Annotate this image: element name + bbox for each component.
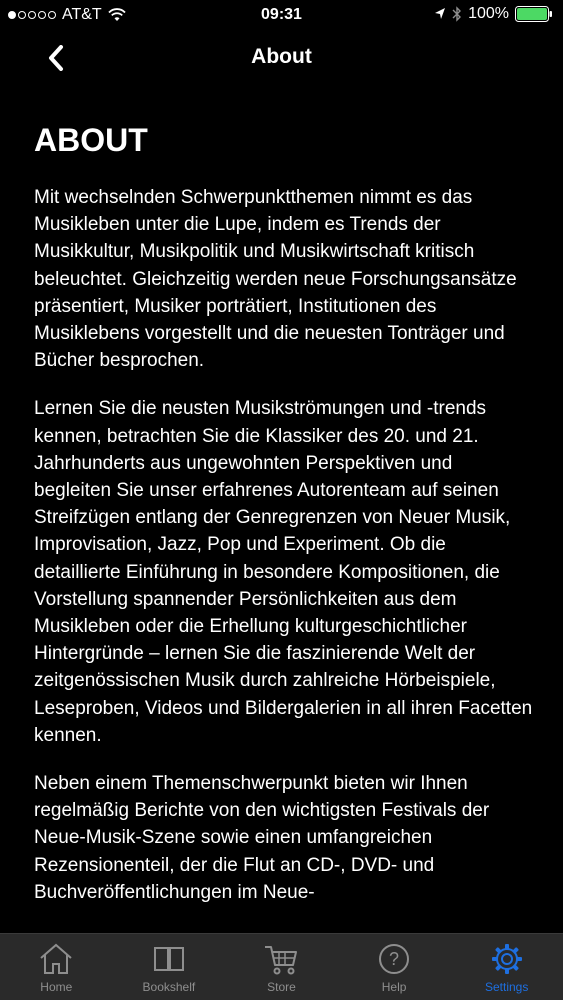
help-icon: ? [379, 944, 410, 974]
about-paragraph-1: Mit wechselnden Schwerpunktthemen nimmt … [34, 187, 517, 372]
cart-icon [265, 946, 298, 975]
battery-percent: 100% [468, 5, 509, 22]
tab-label: Help [381, 980, 407, 994]
tab-settings[interactable]: Settings [450, 934, 563, 1000]
tab-bookshelf[interactable]: Bookshelf [113, 934, 226, 1000]
tab-label: Store [267, 980, 296, 994]
navigation-bar: About [0, 30, 563, 86]
tab-label: Settings [484, 980, 529, 994]
home-icon [40, 943, 72, 974]
location-icon [435, 8, 446, 19]
bluetooth-icon [452, 6, 462, 22]
tab-label: Bookshelf [142, 980, 196, 994]
tab-label: Home [40, 980, 73, 994]
status-bar: AT&T 09:31 100% [0, 0, 563, 30]
book-icon [153, 947, 184, 971]
tab-bar: Home Bookshelf Store ? Help Settings [0, 933, 563, 1000]
page-title: ABOUT [34, 122, 148, 158]
gear-icon [491, 944, 522, 974]
status-right: 100% [434, 5, 553, 23]
about-content: ABOUT Mit wechselnden Schwerpunktthemen … [34, 118, 534, 927]
svg-text:?: ? [389, 949, 399, 969]
battery-icon [515, 6, 552, 22]
nav-title: About [251, 45, 312, 68]
tab-help[interactable]: ? Help [338, 934, 451, 1000]
tab-home[interactable]: Home [0, 934, 113, 1000]
about-paragraph-3: Neben einem Themenschwerpunkt bieten wir… [34, 773, 490, 903]
tab-store[interactable]: Store [225, 934, 338, 1000]
about-paragraph-2: Lernen Sie die neusten Musikströmungen u… [34, 398, 533, 746]
